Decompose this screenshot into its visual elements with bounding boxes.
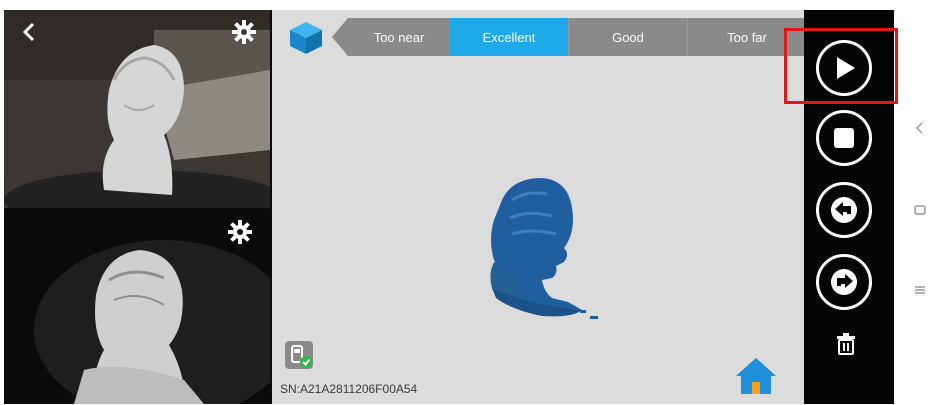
camera-feed-bottom — [4, 210, 270, 404]
cube-icon — [290, 22, 322, 54]
device-status-button[interactable] — [284, 340, 314, 370]
nav-back-icon — [915, 122, 923, 134]
delete-button[interactable] — [834, 332, 858, 356]
camera-top-settings-button[interactable] — [232, 20, 256, 44]
usb-device-icon — [285, 341, 313, 369]
scan-viewport[interactable]: Too near Excellent Good Too far SN:A21A2… — [272, 10, 806, 404]
distance-too-near: Too near — [348, 18, 450, 56]
undo-icon — [831, 197, 857, 223]
chevron-left-icon — [22, 22, 35, 42]
distance-indicator-arrow — [332, 18, 348, 56]
scanner-app: Too near Excellent Good Too far SN:A21A2… — [4, 10, 894, 404]
stop-scan-button[interactable] — [816, 110, 872, 166]
scanned-model — [490, 178, 598, 319]
home-button[interactable] — [734, 356, 778, 396]
nav-home-icon — [914, 205, 926, 215]
trash-icon — [837, 333, 855, 355]
system-back-button[interactable] — [906, 114, 934, 142]
camera-feed-top — [4, 10, 270, 208]
back-button[interactable] — [18, 20, 42, 44]
camera-top-scene — [4, 10, 270, 208]
system-home-button[interactable] — [906, 196, 934, 224]
redo-icon — [831, 269, 857, 295]
home-icon — [736, 358, 776, 394]
redo-button[interactable] — [816, 254, 872, 310]
gear-icon — [232, 20, 256, 44]
gear-icon — [228, 220, 252, 244]
system-menu-button[interactable] — [906, 276, 934, 304]
distance-indicator: Too near Excellent Good Too far — [332, 18, 806, 56]
undo-button[interactable] — [816, 182, 872, 238]
nav-menu-icon — [915, 286, 925, 294]
stop-icon — [834, 128, 854, 148]
serial-number: SN:A21A2811206F00A54 — [280, 382, 418, 396]
distance-excellent: Excellent — [450, 18, 568, 56]
distance-good: Good — [568, 18, 687, 56]
play-button-highlight — [784, 28, 898, 104]
view-cube-button[interactable] — [286, 20, 326, 56]
camera-bottom-settings-button[interactable] — [228, 220, 252, 244]
